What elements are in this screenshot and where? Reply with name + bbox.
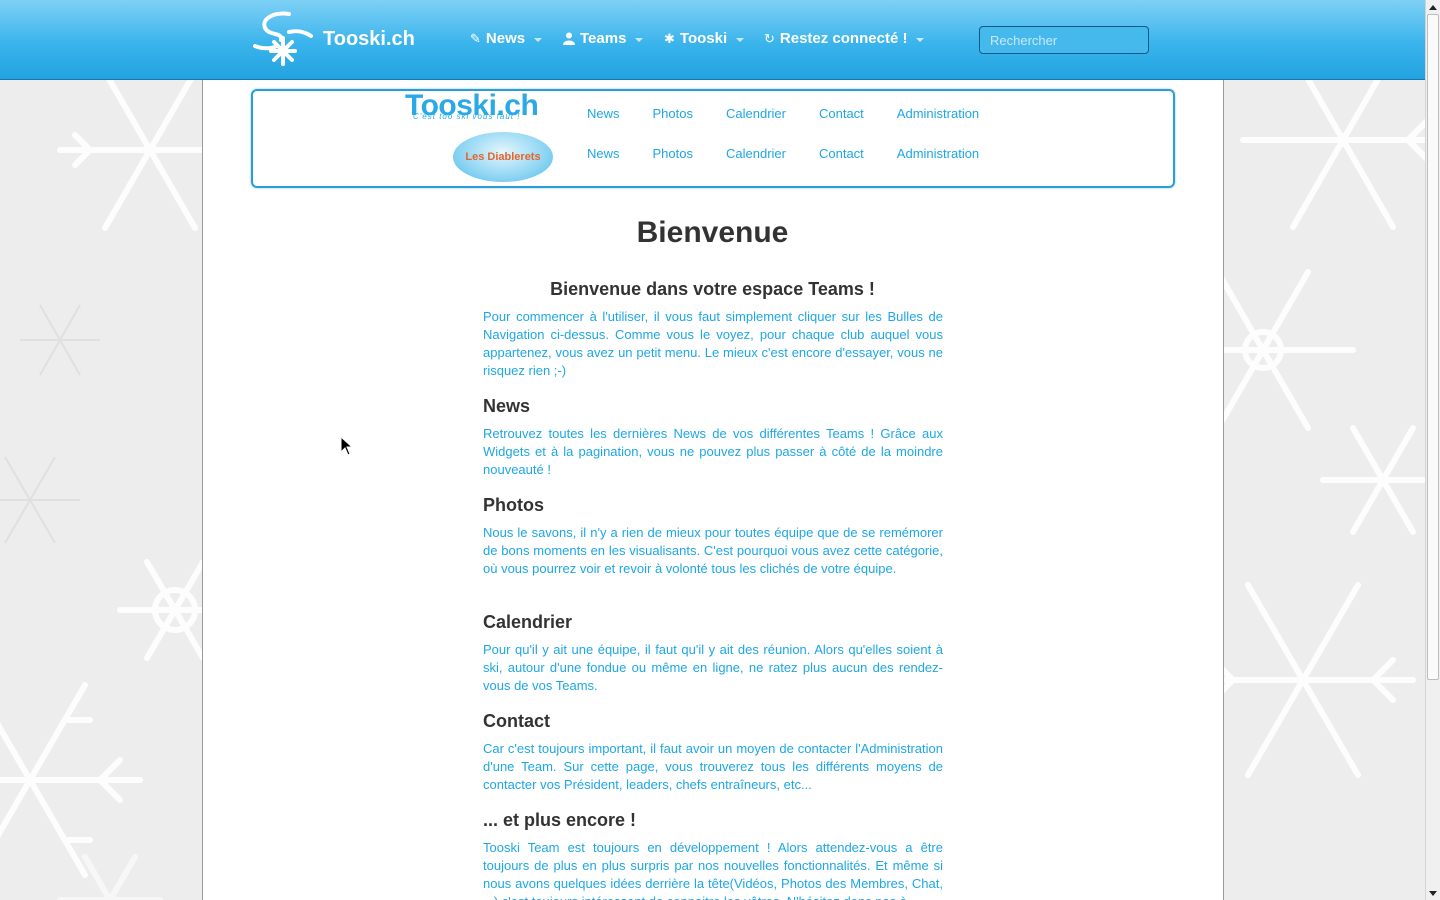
search-input[interactable] (979, 26, 1149, 54)
asterisk-icon: ✱ (664, 30, 675, 46)
nav-tooski-dropdown[interactable]: ✱ Tooski (664, 30, 745, 47)
team-link-contact[interactable]: Contact (819, 146, 864, 161)
top-navbar: Tooski.ch ✎ News Teams ✱ Tooski ↻ Restez… (0, 0, 1425, 80)
nav-news-label: News (485, 30, 526, 47)
pencil-icon: ✎ (470, 30, 481, 46)
nav-teams-dropdown[interactable]: Teams (563, 30, 644, 47)
arrow-down-icon (1429, 890, 1437, 896)
vertical-scrollbar[interactable] (1425, 0, 1440, 900)
team-link-photos[interactable]: Photos (653, 146, 693, 161)
brand-name: Tooski.ch (323, 27, 415, 50)
nav-connect-dropdown[interactable]: ↻ Restez connecté ! (764, 30, 925, 47)
caret-down-icon (534, 37, 543, 42)
team-link-photos[interactable]: Photos (653, 106, 693, 121)
intro-paragraph: Pour commencer à l'utiliser, il vous fau… (483, 309, 943, 378)
nav-news-dropdown[interactable]: ✎ News (470, 30, 543, 47)
page-subtitle: Bienvenue dans votre espace Teams ! (550, 279, 875, 299)
brand-link[interactable]: Tooski.ch (253, 10, 415, 66)
section-heading-news: News (483, 396, 531, 416)
team-menu-row-2: News Photos Calendrier Contact Administr… (587, 146, 979, 161)
section-text-calendrier: Pour qu'il y ait une équipe, il faut qu'… (483, 642, 943, 693)
team-link-administration[interactable]: Administration (897, 106, 979, 121)
tooski-logo-icon (253, 11, 313, 66)
nav-teams-label: Teams (580, 30, 627, 47)
caret-down-icon (736, 37, 745, 42)
snowflake-pattern-icon (1223, 80, 1425, 778)
section-heading-calendrier: Calendrier (483, 612, 573, 632)
scrollbar-thumb[interactable] (1427, 14, 1439, 680)
section-heading-contact: Contact (483, 711, 550, 731)
tooski-team-logo[interactable]: Tooski.ch C'est too ski vous faut ! (405, 91, 555, 125)
team-link-news[interactable]: News (587, 146, 620, 161)
teams-navigation-box: Tooski.ch C'est too ski vous faut ! Les … (251, 89, 1175, 188)
team-menu-row-1: News Photos Calendrier Contact Administr… (587, 106, 979, 121)
team-logo-tagline: C'est too ski vous faut ! (413, 112, 521, 121)
team-link-administration[interactable]: Administration (897, 146, 979, 161)
nav-tooski-label: Tooski (679, 30, 728, 47)
section-heading-photos: Photos (483, 495, 544, 515)
section-text-news: Retrouvez toutes les dernières News de v… (483, 426, 943, 477)
mouse-cursor-icon (340, 436, 354, 456)
team-bubble-les-diablerets[interactable]: Les Diablerets (453, 132, 553, 182)
caret-down-icon (635, 37, 644, 42)
arrow-up-icon (1429, 4, 1437, 10)
caret-down-icon (916, 37, 925, 42)
scroll-down-button[interactable] (1426, 886, 1440, 900)
team-link-calendrier[interactable]: Calendrier (726, 106, 786, 121)
team-link-news[interactable]: News (587, 106, 620, 121)
refresh-icon: ↻ (764, 30, 775, 46)
section-heading-more: ... et plus encore ! (483, 810, 637, 830)
team-link-contact[interactable]: Contact (819, 106, 864, 121)
page-title: Bienvenue (636, 216, 789, 249)
snowflake-pattern-icon (0, 80, 203, 900)
team-bubble-label: Les Diablerets (465, 151, 541, 163)
section-text-photos: Nous le savons, il n'y a rien de mieux p… (483, 525, 943, 576)
team-link-calendrier[interactable]: Calendrier (726, 146, 786, 161)
scroll-up-button[interactable] (1426, 0, 1440, 14)
snowflake-background-left (0, 80, 203, 900)
section-text-more: Tooski Team est toujours en développemen… (483, 840, 943, 900)
user-icon (563, 32, 575, 45)
nav-connect-label: Restez connecté ! (779, 30, 908, 47)
section-text-contact: Car c'est toujours important, il faut av… (483, 741, 943, 792)
snowflake-background-right (1223, 80, 1425, 900)
